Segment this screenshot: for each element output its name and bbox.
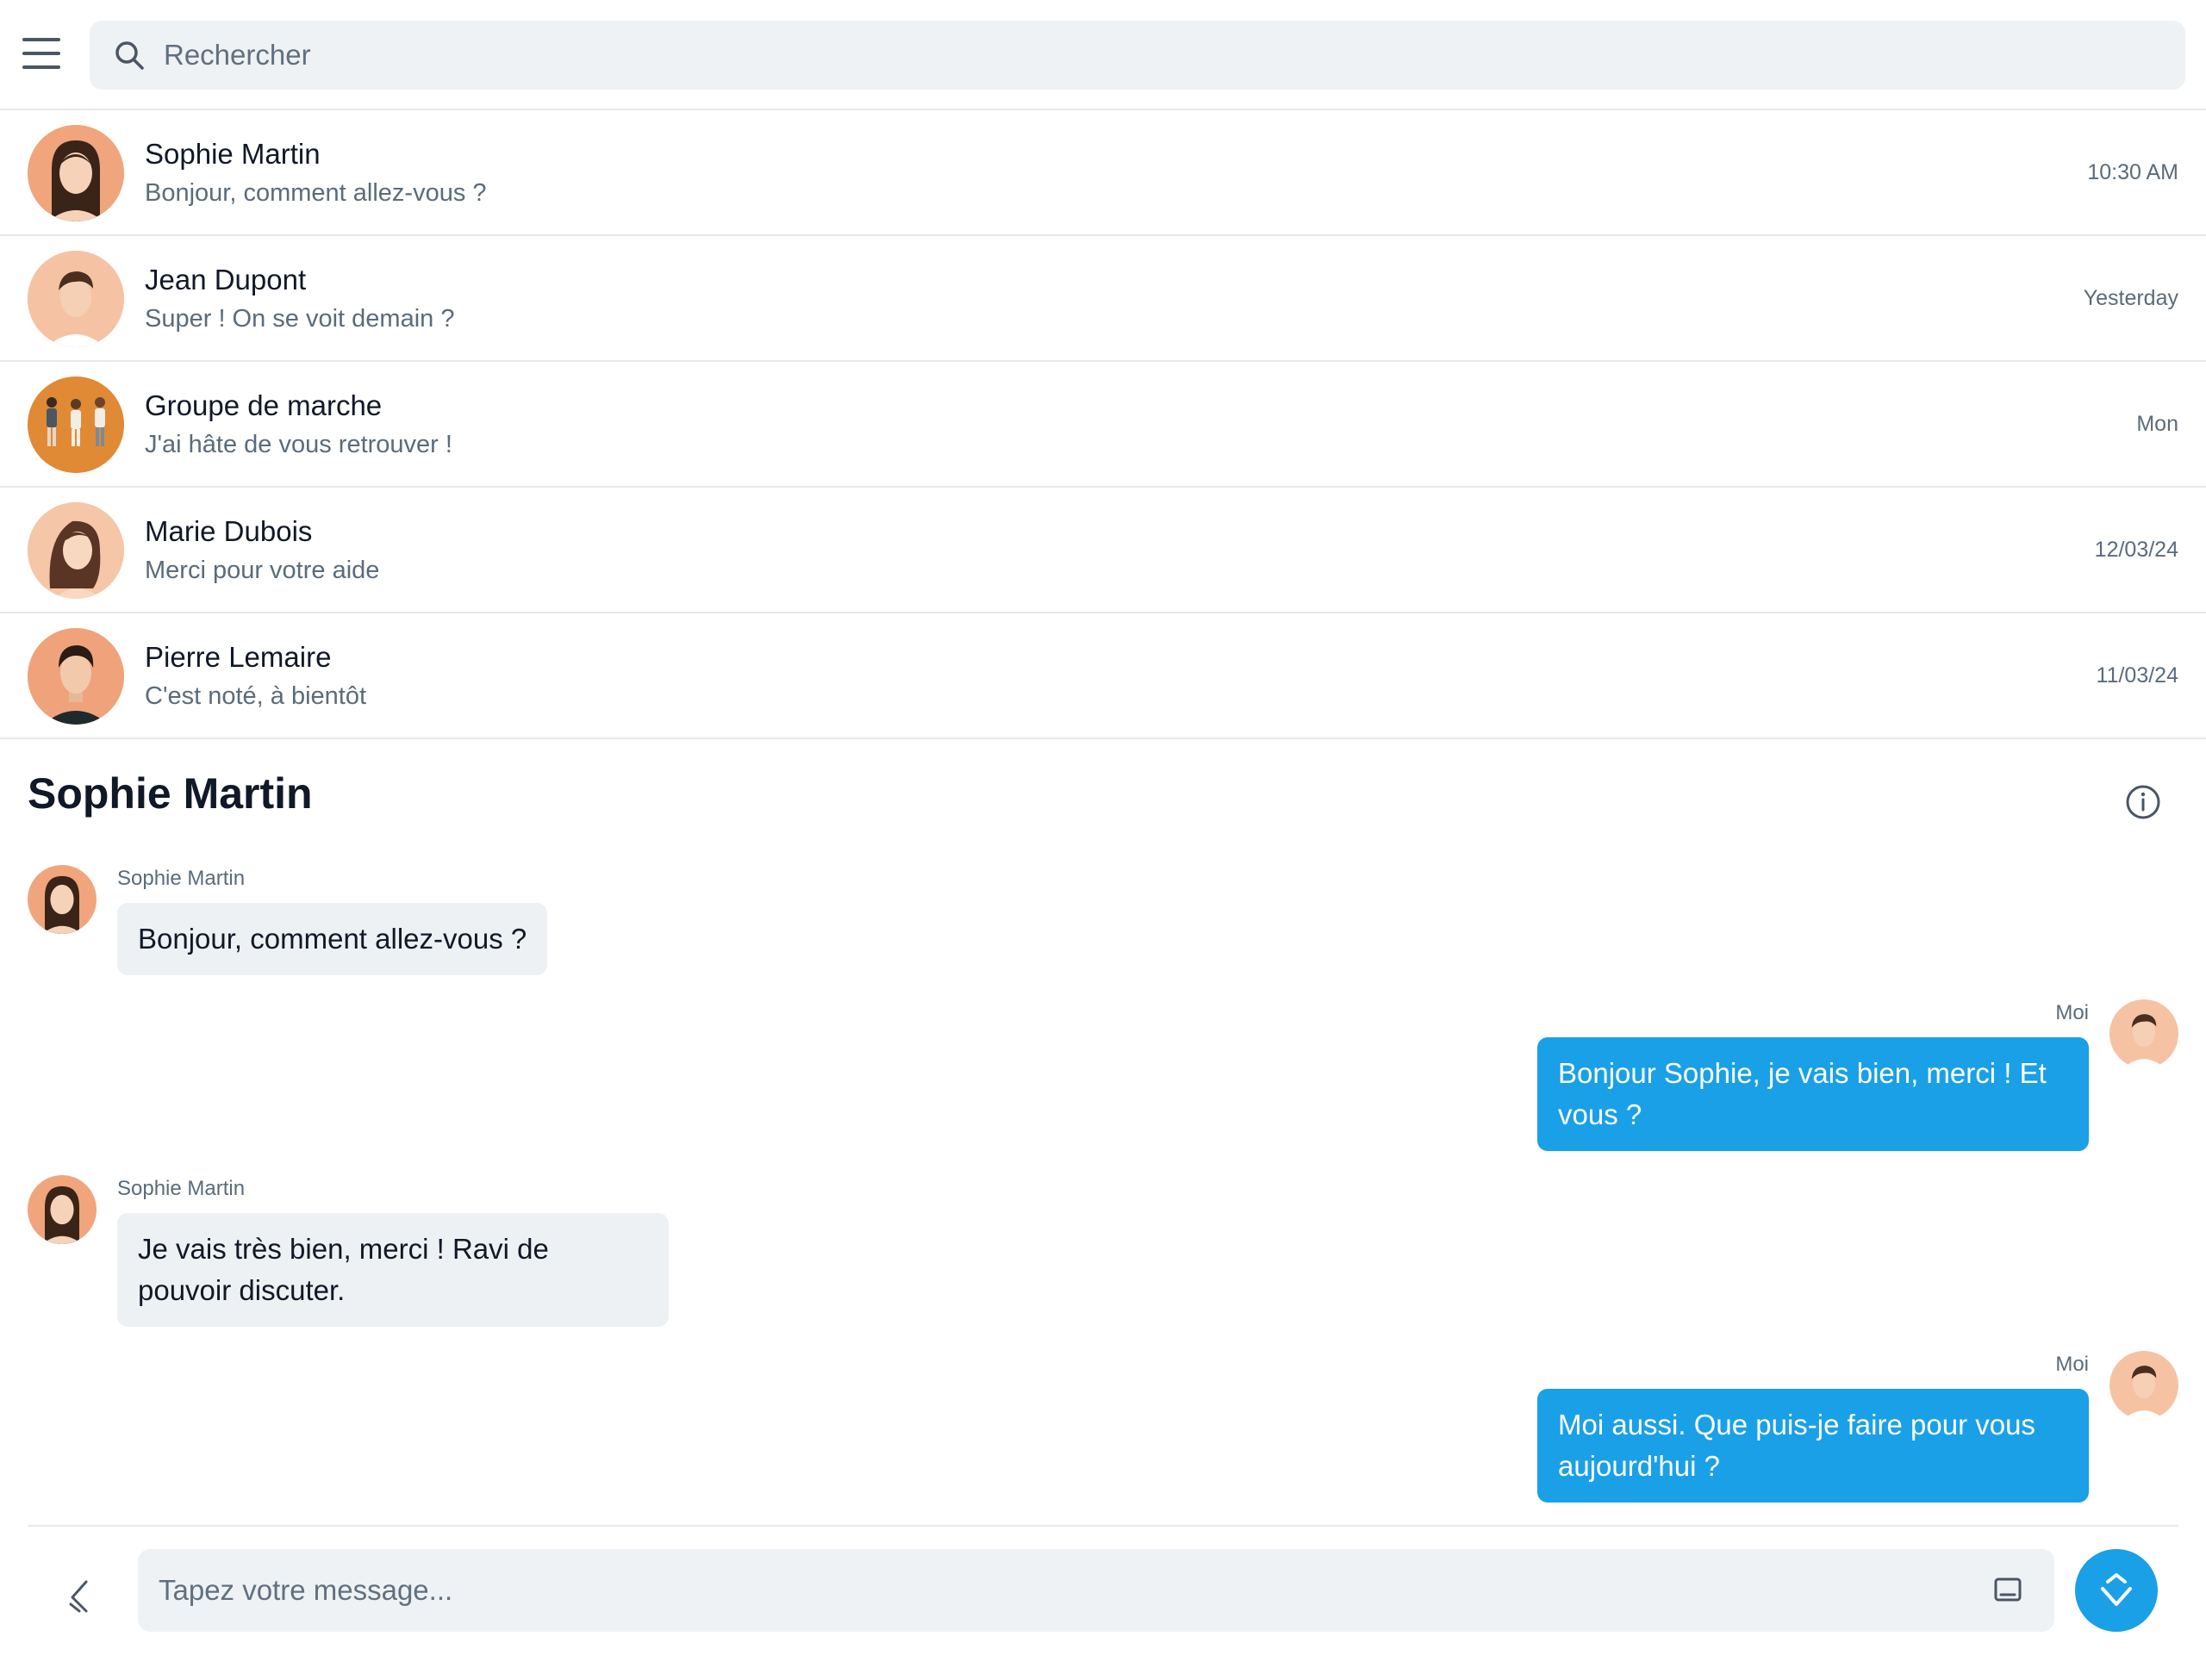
- conversation-item[interactable]: Sophie Martin Bonjour, comment allez-vou…: [0, 110, 2206, 236]
- conversation-time: Mon: [2136, 412, 2178, 436]
- avatar: [28, 628, 124, 725]
- message-sender: Moi: [2055, 1353, 2089, 1376]
- avatar: [28, 865, 97, 934]
- search-bar[interactable]: [90, 21, 2185, 90]
- message-bubble: Bonjour, comment allez-vous ?: [117, 903, 548, 975]
- conversation-item[interactable]: Groupe de marche J'ai hâte de vous retro…: [0, 362, 2206, 488]
- avatar: [28, 125, 124, 221]
- message-sender: Sophie Martin: [117, 1177, 246, 1200]
- chat-title: Sophie Martin: [28, 769, 313, 818]
- conversation-preview: J'ai hâte de vous retrouver !: [145, 431, 452, 458]
- conversation-preview: Super ! On se voit demain ?: [145, 305, 455, 333]
- message-sender: Moi: [2055, 1001, 2089, 1024]
- conversation-name: Marie Dubois: [145, 515, 313, 547]
- avatar: [2109, 999, 2178, 1068]
- avatar: [28, 251, 124, 347]
- divider: [28, 1525, 2178, 1527]
- message-sender: Sophie Martin: [117, 867, 246, 890]
- conversation-time: 12/03/24: [2094, 538, 2178, 562]
- avatar: [28, 502, 124, 599]
- send-icon: [2101, 1573, 2132, 1606]
- conversation-list: Sophie Martin Bonjour, comment allez-vou…: [0, 110, 2206, 739]
- conversation-time: 10:30 AM: [2087, 160, 2178, 184]
- avatar: [28, 376, 124, 473]
- message-input-box[interactable]: [138, 1549, 2054, 1632]
- conversation-item[interactable]: Pierre Lemaire C'est noté, à bientôt 11/…: [0, 613, 2206, 739]
- conversation-time: 11/03/24: [2096, 663, 2178, 688]
- info-icon[interactable]: [2125, 784, 2161, 820]
- messaging-app: Sophie Martin Bonjour, comment allez-vou…: [0, 0, 2206, 1680]
- message-bubble: Je vais très bien, merci ! Ravi de pouvo…: [117, 1213, 669, 1327]
- conversation-item[interactable]: Marie Dubois Merci pour votre aide 12/03…: [0, 488, 2206, 613]
- message-input[interactable]: [159, 1565, 1968, 1616]
- menu-icon[interactable]: [22, 38, 60, 69]
- conversation-preview: Merci pour votre aide: [145, 557, 380, 584]
- conversation-name: Groupe de marche: [145, 389, 383, 421]
- top-bar: [0, 0, 2206, 110]
- search-input[interactable]: [164, 29, 2146, 81]
- avatar: [2109, 1351, 2178, 1420]
- conversation-name: Pierre Lemaire: [145, 641, 332, 673]
- conversation-name: Jean Dupont: [145, 264, 307, 296]
- emoji-icon[interactable]: [1992, 1575, 2023, 1606]
- conversation-preview: C'est noté, à bientôt: [145, 682, 367, 710]
- search-icon: [115, 41, 144, 70]
- conversation-item[interactable]: Jean Dupont Super ! On se voit demain ? …: [0, 236, 2206, 362]
- conversation-preview: Bonjour, comment allez-vous ?: [145, 179, 487, 207]
- attach-icon[interactable]: [60, 1577, 98, 1615]
- avatar: [28, 1175, 97, 1244]
- message-bubble: Bonjour Sophie, je vais bien, merci ! Et…: [1537, 1037, 2089, 1151]
- conversation-time: Yesterday: [2083, 286, 2178, 310]
- message-bubble: Moi aussi. Que puis-je faire pour vous a…: [1537, 1389, 2089, 1503]
- conversation-name: Sophie Martin: [145, 138, 321, 170]
- send-button[interactable]: [2075, 1549, 2158, 1632]
